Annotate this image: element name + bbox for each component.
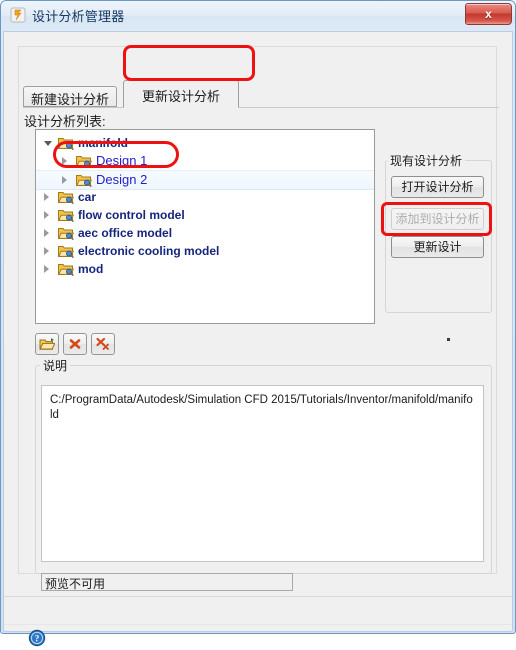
- tree-item-label: car: [78, 190, 97, 204]
- tree-item[interactable]: Design 1: [36, 152, 374, 170]
- window-title: 设计分析管理器: [32, 9, 125, 24]
- design-folder-icon: [58, 190, 75, 204]
- tree-item[interactable]: car: [36, 188, 374, 206]
- open-design-study-button[interactable]: 打开设计分析: [391, 176, 484, 198]
- tree-item-label: Design 1: [96, 153, 148, 168]
- delete-all-button[interactable]: [91, 333, 115, 355]
- tree-item-label: flow control model: [78, 208, 185, 222]
- tree-item-label: Design 2: [96, 172, 148, 187]
- add-to-design-study-button: 添加到设计分析: [391, 208, 484, 230]
- design-study-list-label: 设计分析列表:: [24, 114, 106, 129]
- tree-item-label: mod: [78, 262, 104, 276]
- chevron-right-icon[interactable]: [44, 211, 49, 219]
- dialog-window: 设计分析管理器 x 新建设计分析 更新设计分析 设计分析列表: manifold…: [0, 0, 516, 647]
- chevron-right-icon[interactable]: [44, 229, 49, 237]
- help-button[interactable]: ?: [28, 629, 46, 647]
- chevron-right-icon[interactable]: [44, 247, 49, 255]
- update-design-button[interactable]: 更新设计: [391, 236, 484, 258]
- tab-new-design-study[interactable]: 新建设计分析: [23, 86, 118, 107]
- tree-item-label: aec office model: [78, 226, 173, 240]
- chevron-right-icon[interactable]: [62, 157, 67, 165]
- svg-text:?: ?: [35, 634, 40, 644]
- existing-study-group-title: 现有设计分析: [387, 152, 466, 169]
- help-question-icon: ?: [28, 629, 46, 650]
- delete-button[interactable]: [63, 333, 87, 355]
- tree-item[interactable]: manifold: [36, 134, 374, 152]
- description-group-title: 说明: [40, 357, 71, 374]
- title-bar: 设计分析管理器 x: [1, 1, 515, 31]
- chevron-right-icon[interactable]: [62, 176, 67, 184]
- design-folder-icon: [76, 154, 93, 168]
- app-icon: [10, 7, 26, 23]
- tree-item[interactable]: mod: [36, 260, 374, 278]
- artifact-dot: [447, 338, 450, 341]
- tree-item[interactable]: flow control model: [36, 206, 374, 224]
- design-folder-icon: [58, 244, 75, 258]
- chevron-right-icon[interactable]: [44, 193, 49, 201]
- tree-item[interactable]: Design 2: [36, 170, 374, 190]
- design-folder-icon: [58, 262, 75, 276]
- tree-item[interactable]: aec office model: [36, 224, 374, 242]
- description-text[interactable]: C:/ProgramData/Autodesk/Simulation CFD 2…: [41, 385, 484, 562]
- chevron-down-icon[interactable]: [44, 141, 52, 146]
- design-folder-icon: [58, 136, 75, 150]
- design-folder-icon: [76, 173, 93, 187]
- design-folder-icon: [58, 226, 75, 240]
- close-button[interactable]: x: [465, 3, 512, 25]
- tree-item-label: manifold: [78, 136, 128, 150]
- footer-strip: [4, 624, 512, 625]
- open-folder-button[interactable]: [35, 333, 59, 355]
- chevron-right-icon[interactable]: [44, 265, 49, 273]
- tab-update-design-study[interactable]: 更新设计分析: [123, 80, 240, 108]
- tree-item-label: electronic cooling model: [78, 244, 220, 258]
- design-study-tree[interactable]: manifold Design 1 Design 2 car flow control …: [35, 129, 375, 324]
- tab-strip: 新建设计分析 更新设计分析: [23, 80, 499, 108]
- client-area: 新建设计分析 更新设计分析 设计分析列表: manifold Design 1 De…: [3, 31, 513, 647]
- tree-item[interactable]: electronic cooling model: [36, 242, 374, 260]
- preview-status: 预览不可用: [41, 573, 293, 591]
- footer-divider: [4, 596, 512, 597]
- design-folder-icon: [58, 208, 75, 222]
